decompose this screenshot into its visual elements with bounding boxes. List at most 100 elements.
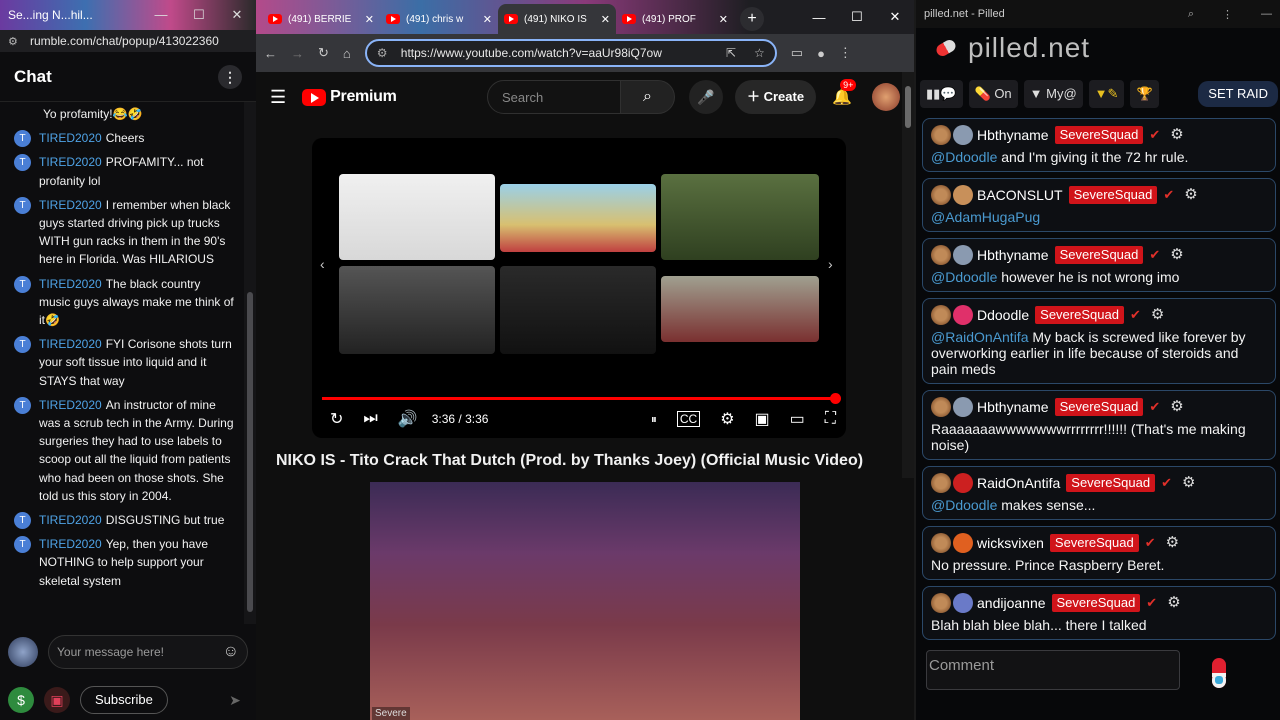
end-screen-video-4[interactable]: [339, 266, 495, 354]
minimize-icon[interactable]: —: [1261, 8, 1272, 21]
account-avatar[interactable]: [872, 83, 900, 111]
browser-tab[interactable]: (491) chris w ✕: [380, 4, 498, 34]
next-video-icon[interactable]: ⏭: [363, 410, 377, 428]
username[interactable]: Hbthyname: [977, 127, 1049, 143]
youtube-premium-logo[interactable]: Premium: [302, 88, 397, 106]
bell-icon[interactable]: 🔔 9+: [832, 79, 857, 107]
open-external-icon[interactable]: ⇱: [726, 46, 736, 60]
tab-close-icon[interactable]: ✕: [365, 13, 374, 26]
progress-bar[interactable]: [322, 393, 841, 404]
tab-close-icon[interactable]: ✕: [601, 13, 610, 26]
username[interactable]: Ddoodle: [977, 307, 1029, 323]
user-avatar-icon[interactable]: T: [14, 130, 31, 148]
username[interactable]: Hbthyname: [977, 247, 1049, 263]
user-avatar[interactable]: [953, 305, 973, 325]
user-avatar-icon[interactable]: T: [14, 275, 31, 293]
next-arrow-icon[interactable]: ›: [828, 256, 833, 272]
mic-icon[interactable]: 🎤: [688, 80, 723, 114]
user-avatar[interactable]: [953, 245, 973, 265]
end-screen-video-3[interactable]: [661, 174, 819, 260]
gear-icon[interactable]: ⚙: [1151, 307, 1164, 323]
previous-arrow-icon[interactable]: ‹: [320, 256, 325, 272]
user-avatar-icon[interactable]: T: [14, 196, 31, 214]
user-avatar[interactable]: [953, 473, 973, 493]
tab-close-icon[interactable]: ✕: [483, 13, 492, 26]
user-avatar[interactable]: [953, 533, 973, 553]
username[interactable]: BACONSLUT: [977, 187, 1063, 203]
fullscreen-icon[interactable]: ⛶: [825, 410, 836, 428]
send-icon[interactable]: ➤: [222, 687, 248, 713]
home-icon[interactable]: ⌂: [343, 46, 351, 61]
end-screen-video-5[interactable]: [500, 266, 656, 354]
browser-menu-icon[interactable]: ⋮: [839, 45, 852, 61]
captions-icon[interactable]: CC: [676, 411, 701, 427]
username[interactable]: wicksvixen: [977, 535, 1044, 551]
message-input[interactable]: Your message here! ☺: [48, 635, 248, 669]
user-avatar[interactable]: [953, 125, 973, 145]
browser-tab[interactable]: (491) NIKO IS ✕: [498, 4, 616, 34]
rumble-urlbar[interactable]: ⚙ rumble.com/chat/popup/413022360: [0, 30, 256, 52]
filter-pill-icon[interactable]: ▼✎: [1088, 80, 1125, 108]
new-tab-button[interactable]: +: [740, 7, 764, 31]
gear-icon[interactable]: ⚙: [1182, 475, 1195, 491]
page-scroll-thumb[interactable]: [905, 86, 911, 128]
create-button[interactable]: ＋ Create: [734, 80, 817, 114]
gift-icon[interactable]: ▣: [44, 687, 70, 713]
user-avatar-icon[interactable]: T: [14, 336, 31, 354]
settings-gear-icon[interactable]: ⚙: [720, 409, 734, 429]
scrubber-handle[interactable]: [830, 393, 841, 404]
end-screen-video-6[interactable]: [661, 276, 819, 342]
site-settings-icon[interactable]: ⚙: [8, 35, 22, 48]
profile-icon[interactable]: ●: [817, 46, 825, 61]
close-icon[interactable]: ✕: [876, 9, 914, 25]
page-scrollbar[interactable]: [902, 72, 914, 478]
chat-scrollbar[interactable]: [244, 102, 256, 624]
user-avatar-icon[interactable]: T: [14, 536, 31, 554]
browser-tab[interactable]: (491) PROF ✕: [616, 4, 734, 34]
chat-username[interactable]: TIRED2020: [39, 155, 102, 169]
address-bar[interactable]: ⚙ https://www.youtube.com/watch?v=aaUr98…: [364, 39, 777, 67]
search-input[interactable]: Search: [486, 80, 621, 114]
browser-tab[interactable]: (491) BERRIE ✕: [262, 4, 380, 34]
mention-link[interactable]: @RaidOnAntifa: [931, 329, 1028, 345]
theater-mode-icon[interactable]: ▭: [790, 409, 805, 429]
chat-username[interactable]: TIRED2020: [39, 131, 102, 145]
user-avatar-icon[interactable]: T: [14, 512, 31, 530]
subscribe-button[interactable]: Subscribe: [80, 686, 168, 714]
emoji-icon[interactable]: ☺: [223, 643, 239, 661]
miniplayer-icon[interactable]: ▣: [755, 409, 770, 429]
username[interactable]: Hbthyname: [977, 399, 1049, 415]
sidepanel-icon[interactable]: ▭: [791, 45, 803, 61]
autoplay-toggle[interactable]: ⏸: [651, 412, 657, 427]
back-icon[interactable]: ←: [264, 46, 277, 61]
layout-chat-icon[interactable]: ▮▮💬: [920, 80, 963, 108]
pill-on-toggle[interactable]: 💊 On: [968, 80, 1018, 108]
maximize-icon[interactable]: ☐: [838, 9, 876, 25]
user-avatar[interactable]: [953, 593, 973, 613]
gear-icon[interactable]: ⚙: [1167, 595, 1180, 611]
chat-username[interactable]: TIRED2020: [39, 277, 102, 291]
gear-icon[interactable]: ⚙: [1184, 187, 1197, 203]
volume-icon[interactable]: 🔊: [398, 409, 418, 429]
end-screen-video-2[interactable]: [500, 184, 656, 252]
chat-username[interactable]: TIRED2020: [39, 398, 102, 412]
trophy-icon[interactable]: 🏆: [1130, 80, 1159, 108]
username[interactable]: RaidOnAntifa: [977, 475, 1060, 491]
maximize-icon[interactable]: ☐: [180, 7, 218, 23]
reload-icon[interactable]: ↻: [318, 45, 329, 61]
gear-icon[interactable]: ⚙: [1170, 399, 1183, 415]
mention-link[interactable]: @Ddoodle: [931, 149, 997, 165]
comment-input[interactable]: Comment: [926, 650, 1180, 690]
user-avatar[interactable]: [953, 397, 973, 417]
minimize-icon[interactable]: —: [142, 7, 180, 23]
chat-username[interactable]: TIRED2020: [39, 337, 102, 351]
mention-link[interactable]: @AdamHugaPug: [931, 209, 1040, 225]
gear-icon[interactable]: ⚙: [1170, 247, 1183, 263]
user-avatar-icon[interactable]: T: [14, 396, 31, 414]
chat-username[interactable]: TIRED2020: [39, 513, 102, 527]
menu-icon[interactable]: ⋮: [1222, 8, 1233, 21]
set-raid-button[interactable]: SET RAID: [1198, 81, 1278, 107]
user-avatar-icon[interactable]: T: [14, 154, 31, 172]
zoom-icon[interactable]: ⌕: [1188, 8, 1194, 21]
end-screen-video-1[interactable]: [339, 174, 495, 260]
